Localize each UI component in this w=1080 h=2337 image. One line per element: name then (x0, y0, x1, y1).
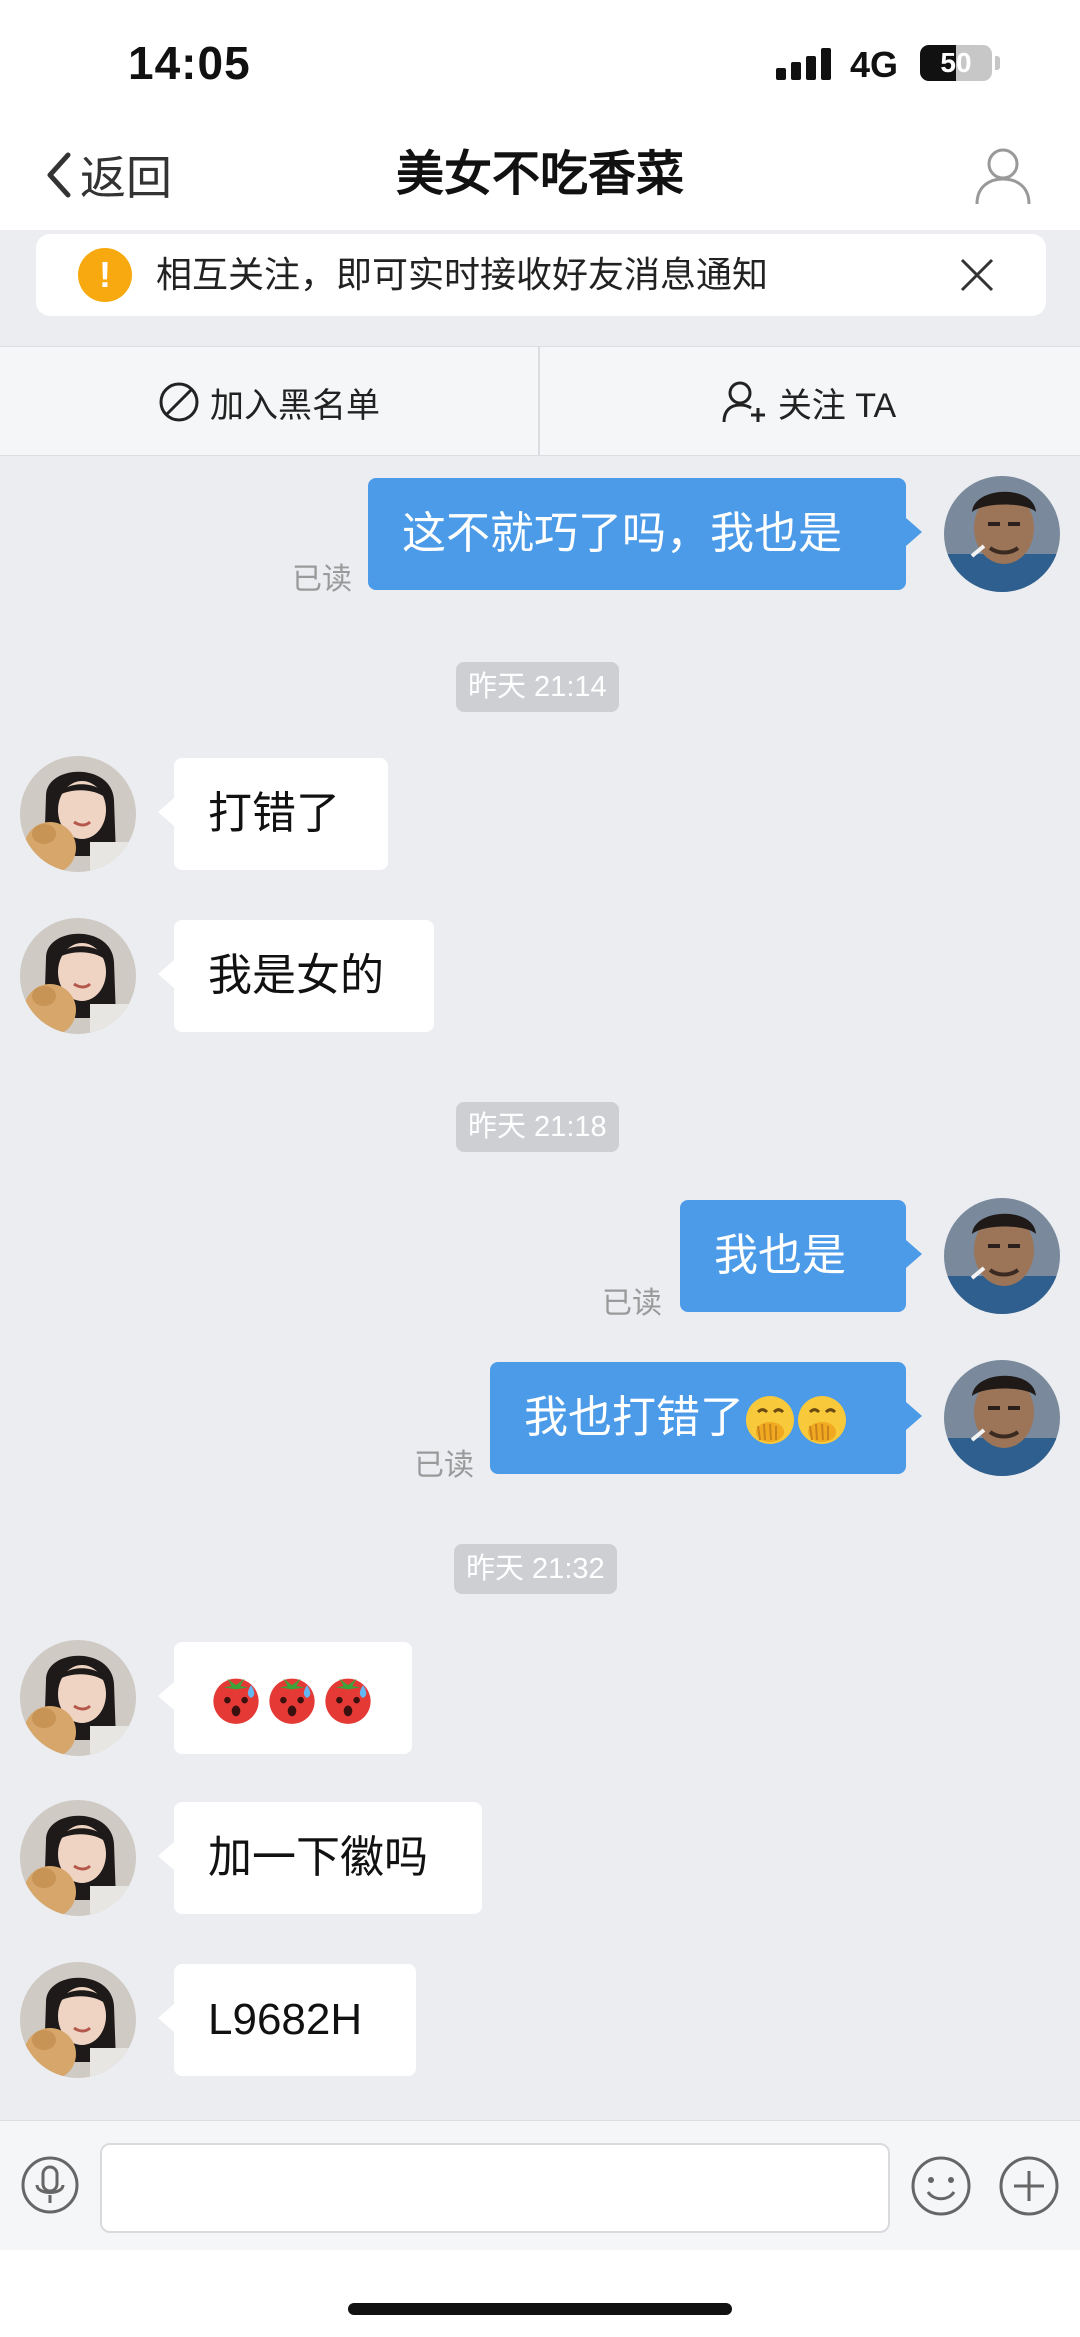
battery-tip (995, 56, 1000, 70)
sweating-tomato-icon (213, 1678, 259, 1724)
person-icon[interactable] (972, 144, 1034, 206)
microphone-icon[interactable] (20, 2155, 80, 2215)
contact-avatar[interactable] (20, 1962, 136, 2078)
message-bubble-incoming[interactable]: 我是女的 (158, 920, 434, 1032)
follow-notice-banner: ! 相互关注，即可实时接收好友消息通知 (36, 234, 1046, 316)
message-bubble-incoming[interactable]: 加一下徽吗 (158, 1802, 482, 1914)
message-bubble-incoming[interactable]: 打错了 (158, 758, 388, 870)
follow-label: 关注 TA (777, 386, 897, 425)
my-avatar[interactable] (944, 476, 1060, 592)
battery-icon: 50 (920, 45, 992, 81)
sweating-tomato-icon (325, 1678, 371, 1724)
message-text: 我是女的 (208, 951, 384, 1000)
message-bubble-outgoing[interactable]: 我也是 (680, 1200, 922, 1312)
message-bubble-outgoing[interactable]: 我也打错了 (490, 1362, 922, 1474)
read-receipt: 已读 (414, 1449, 474, 1482)
block-icon (159, 382, 199, 422)
follow-button[interactable]: 关注 TA (540, 347, 1078, 457)
message-text: 这不就巧了吗，我也是 (402, 509, 842, 558)
smiley-icon[interactable] (910, 2155, 972, 2217)
page-title: 美女不吃香菜 (395, 148, 684, 201)
home-indicator[interactable] (348, 2303, 732, 2315)
home-indicator-area (0, 2250, 1080, 2337)
notice-area: ! 相互关注，即可实时接收好友消息通知 (0, 230, 1080, 346)
contact-avatar[interactable] (20, 1800, 136, 1916)
exclamation-icon: ! (78, 248, 132, 302)
message-input[interactable] (100, 2143, 890, 2233)
contact-avatar[interactable] (20, 1640, 136, 1756)
face-with-hand-over-mouth-icon (744, 1394, 796, 1446)
network-type: 4G (850, 44, 899, 85)
read-receipt: 已读 (292, 563, 352, 596)
contact-avatar[interactable] (20, 756, 136, 872)
plus-icon[interactable] (998, 2155, 1060, 2217)
nav-bar: 返回 美女不吃香菜 (0, 120, 1080, 230)
contact-avatar[interactable] (20, 918, 136, 1034)
message-bubble-incoming[interactable] (158, 1642, 412, 1754)
signal-icon (776, 48, 836, 80)
my-avatar[interactable] (944, 1360, 1060, 1476)
timestamp-chip: 昨天 21:14 (456, 662, 619, 712)
message-text: 打错了 (208, 789, 340, 838)
close-icon[interactable] (956, 254, 998, 296)
face-with-hand-over-mouth-icon (796, 1394, 848, 1446)
message-text: L9682H (208, 1995, 363, 2044)
read-receipt: 已读 (602, 1287, 662, 1320)
status-time: 14:05 (128, 37, 251, 89)
message-text: 我也是 (714, 1231, 846, 1280)
status-bar: 14:05 4G 50 (0, 0, 1080, 120)
battery-level: 50 (940, 47, 972, 78)
message-bubble-incoming[interactable]: L9682H (158, 1964, 416, 2076)
my-avatar[interactable] (944, 1198, 1060, 1314)
sweating-tomato-icon (269, 1678, 315, 1724)
message-text: 加一下徽吗 (208, 1833, 428, 1882)
blacklist-button[interactable]: 加入黑名单 (0, 347, 538, 457)
blacklist-label: 加入黑名单 (210, 386, 380, 425)
action-bar: 加入黑名单 关注 TA (0, 346, 1080, 456)
timestamp-chip: 昨天 21:32 (454, 1544, 617, 1594)
timestamp-chip: 昨天 21:18 (456, 1102, 619, 1152)
notice-text: 相互关注，即可实时接收好友消息通知 (156, 254, 769, 295)
message-bubble-outgoing[interactable]: 这不就巧了吗，我也是 (368, 478, 922, 590)
input-bar (0, 2120, 1080, 2251)
add-user-icon (722, 381, 765, 423)
message-text: 我也打错了 (524, 1393, 744, 1442)
